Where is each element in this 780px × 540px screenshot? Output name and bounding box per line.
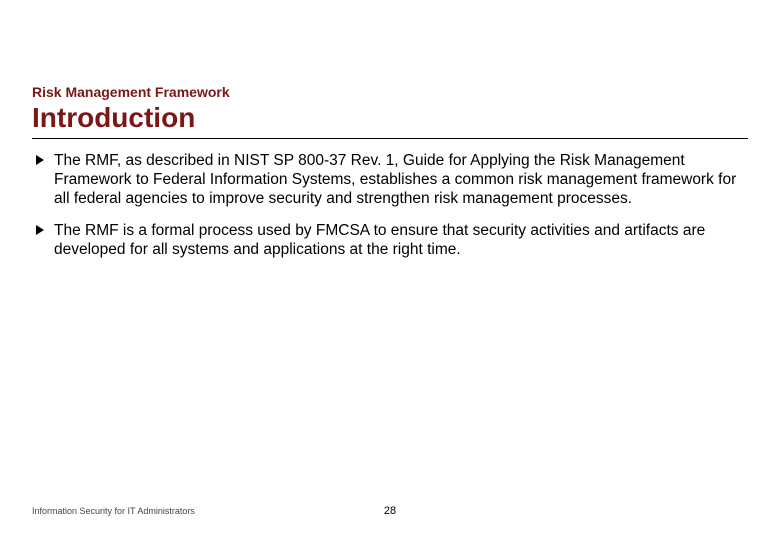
page-number: 28 — [384, 505, 396, 517]
footer-text: Information Security for IT Administrato… — [32, 506, 195, 516]
slide-footer: Information Security for IT Administrato… — [0, 506, 780, 516]
title-underline — [32, 138, 748, 139]
slide-suptitle: Risk Management Framework — [32, 84, 748, 101]
triangle-bullet-icon — [36, 155, 44, 165]
list-item: The RMF, as described in NIST SP 800-37 … — [32, 151, 748, 209]
slide-header: Risk Management Framework Introduction — [0, 0, 780, 134]
triangle-bullet-icon — [36, 225, 44, 235]
slide-body: The RMF, as described in NIST SP 800-37 … — [0, 151, 780, 260]
bullet-text: The RMF is a formal process used by FMCS… — [54, 222, 705, 258]
list-item: The RMF is a formal process used by FMCS… — [32, 221, 748, 260]
bullet-text: The RMF, as described in NIST SP 800-37 … — [54, 152, 736, 208]
slide: Risk Management Framework Introduction T… — [0, 0, 780, 540]
slide-title: Introduction — [32, 103, 748, 134]
bullet-list: The RMF, as described in NIST SP 800-37 … — [32, 151, 748, 260]
